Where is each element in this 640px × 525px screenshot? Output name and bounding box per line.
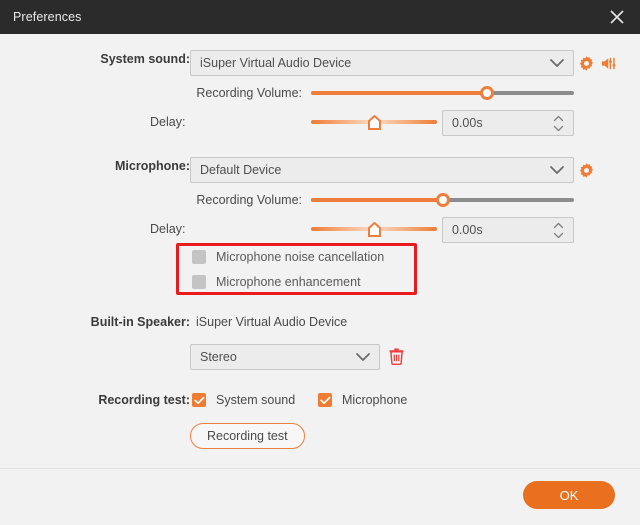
system-sound-delay-slider[interactable] bbox=[311, 114, 437, 132]
microphone-delay-slider[interactable] bbox=[311, 221, 437, 239]
microphone-delay-input[interactable] bbox=[443, 223, 543, 237]
slider-fill bbox=[311, 91, 488, 95]
slider-thumb[interactable] bbox=[367, 115, 381, 130]
system-sound-delay-label: Delay: bbox=[150, 115, 186, 129]
system-sound-delay-label-wrap: Delay: bbox=[150, 115, 302, 129]
system-sound-settings-button[interactable] bbox=[578, 55, 595, 72]
stepper-up-icon bbox=[553, 222, 564, 228]
chevron-down-icon bbox=[549, 158, 565, 182]
microphone-volume-label: Recording Volume: bbox=[196, 193, 302, 207]
slider-fill bbox=[311, 198, 443, 202]
window-title: Preferences bbox=[13, 10, 82, 24]
ok-button[interactable]: OK bbox=[523, 481, 615, 509]
microphone-noise-cancellation-checkbox[interactable]: Microphone noise cancellation bbox=[192, 250, 384, 264]
microphone-delay-label-wrap: Delay: bbox=[150, 222, 302, 236]
microphone-enhancement-label: Microphone enhancement bbox=[216, 275, 361, 289]
recording-test-label-wrap: Recording test: bbox=[50, 393, 190, 407]
chevron-down-icon bbox=[355, 345, 371, 369]
microphone-noise-cancellation-label: Microphone noise cancellation bbox=[216, 250, 385, 264]
slider-thumb[interactable] bbox=[435, 193, 450, 207]
system-sound-mixer-button[interactable] bbox=[600, 55, 618, 72]
microphone-volume-label-wrap: Recording Volume: bbox=[150, 193, 302, 207]
microphone-delay-spinner[interactable] bbox=[442, 217, 574, 243]
builtin-speaker-device-value: iSuper Virtual Audio Device bbox=[196, 315, 348, 329]
close-button[interactable] bbox=[594, 0, 640, 34]
checkbox-box bbox=[192, 275, 206, 289]
check-icon bbox=[193, 396, 204, 404]
builtin-speaker-label: Built-in Speaker: bbox=[90, 315, 190, 329]
stepper-arrows[interactable] bbox=[553, 111, 564, 135]
system-sound-label-wrap: System sound: bbox=[60, 52, 190, 66]
stepper-down-icon bbox=[553, 125, 564, 131]
recording-test-microphone-label: Microphone bbox=[342, 393, 408, 407]
check-icon bbox=[319, 396, 330, 404]
system-sound-delay-spinner[interactable] bbox=[442, 110, 574, 136]
recording-test-system-sound-label: System sound bbox=[216, 393, 296, 407]
microphone-label: Microphone: bbox=[115, 159, 190, 173]
system-sound-volume-label: Recording Volume: bbox=[196, 86, 302, 100]
trash-icon bbox=[389, 348, 404, 365]
stepper-down-icon bbox=[553, 232, 564, 238]
builtin-speaker-device-wrap: iSuper Virtual Audio Device bbox=[196, 315, 347, 329]
preferences-window: Preferences System sound: iSuper Virtual… bbox=[0, 0, 640, 525]
stepper-up-icon bbox=[553, 115, 564, 121]
recording-test-microphone-checkbox[interactable]: Microphone bbox=[318, 393, 407, 407]
recording-test-system-sound-checkbox[interactable]: System sound bbox=[192, 393, 295, 407]
microphone-volume-slider[interactable] bbox=[311, 192, 574, 208]
system-sound-device-select[interactable]: iSuper Virtual Audio Device bbox=[190, 50, 574, 76]
system-sound-label: System sound: bbox=[100, 52, 190, 66]
recording-test-label: Recording test: bbox=[98, 393, 190, 407]
checkbox-box bbox=[318, 393, 332, 407]
recording-test-button[interactable]: Recording test bbox=[190, 423, 305, 449]
microphone-device-value: Default Device bbox=[200, 163, 282, 177]
checkbox-box bbox=[192, 250, 206, 264]
builtin-speaker-channel-select[interactable]: Stereo bbox=[190, 344, 380, 370]
system-sound-volume-slider[interactable] bbox=[311, 85, 574, 101]
microphone-settings-button[interactable] bbox=[578, 162, 595, 179]
system-sound-delay-input[interactable] bbox=[443, 116, 543, 130]
checkbox-box bbox=[192, 393, 206, 407]
gear-icon bbox=[578, 55, 595, 72]
system-sound-volume-label-wrap: Recording Volume: bbox=[150, 86, 302, 100]
microphone-device-select[interactable]: Default Device bbox=[190, 157, 574, 183]
speaker-mixer-icon bbox=[600, 55, 618, 72]
builtin-speaker-delete-button[interactable] bbox=[389, 348, 404, 365]
system-sound-device-value: iSuper Virtual Audio Device bbox=[200, 56, 352, 70]
slider-thumb[interactable] bbox=[367, 222, 381, 237]
microphone-delay-label: Delay: bbox=[150, 222, 186, 236]
builtin-speaker-channel-value: Stereo bbox=[200, 350, 237, 364]
builtin-speaker-label-wrap: Built-in Speaker: bbox=[50, 315, 190, 329]
microphone-enhancement-checkbox[interactable]: Microphone enhancement bbox=[192, 275, 361, 289]
microphone-label-wrap: Microphone: bbox=[60, 159, 190, 173]
preferences-body: System sound: iSuper Virtual Audio Devic… bbox=[0, 34, 640, 468]
gear-icon bbox=[578, 162, 595, 179]
title-bar: Preferences bbox=[0, 0, 640, 34]
stepper-arrows[interactable] bbox=[553, 218, 564, 242]
dialog-footer: OK bbox=[0, 468, 640, 525]
chevron-down-icon bbox=[549, 51, 565, 75]
close-icon bbox=[607, 7, 627, 27]
slider-thumb[interactable] bbox=[480, 86, 495, 100]
